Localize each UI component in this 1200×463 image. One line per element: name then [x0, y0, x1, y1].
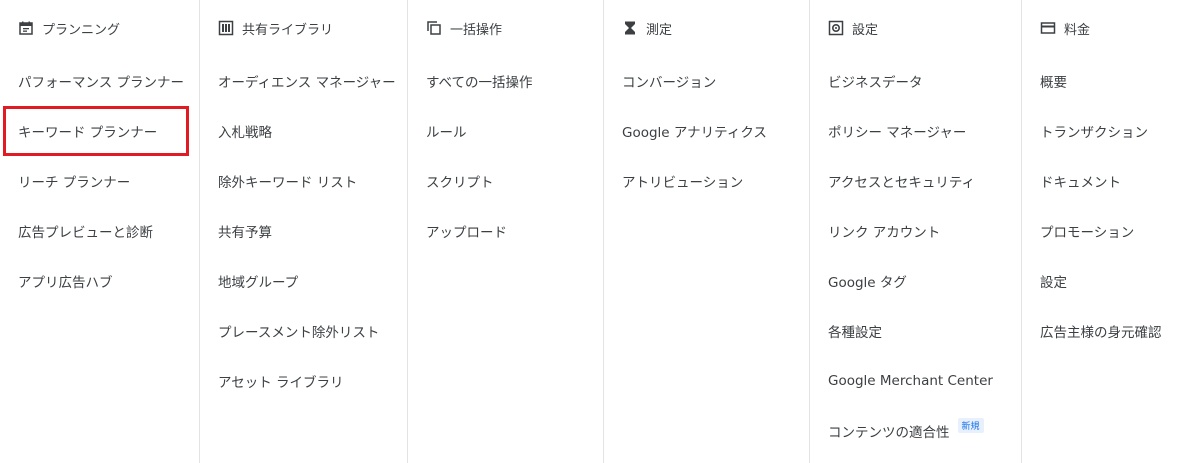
menu-item-billing-settings[interactable]: 設定: [1022, 256, 1200, 306]
menu-item-transactions[interactable]: トランザクション: [1022, 106, 1200, 156]
column-header-measurement: 測定: [604, 0, 809, 56]
menu-item-audience-manager[interactable]: オーディエンス マネージャー: [200, 56, 407, 106]
menu-item-performance-planner[interactable]: パフォーマンス プランナー: [0, 56, 199, 106]
menu-item-billing-summary[interactable]: 概要: [1022, 56, 1200, 106]
column-header-label: プランニング: [42, 22, 121, 38]
menu-item-ad-preview-diagnosis[interactable]: 広告プレビューと診断: [0, 206, 199, 256]
menu-item-negative-keyword-lists[interactable]: 除外キーワード リスト: [200, 156, 407, 206]
menu-item-google-analytics[interactable]: Google アナリティクス: [604, 106, 809, 156]
column-header-label: 料金: [1064, 22, 1091, 38]
column-settings: 設定 ビジネスデータ ポリシー マネージャー アクセスとセキュリティ リンク ア…: [810, 0, 1022, 463]
menu-item-reach-planner[interactable]: リーチ プランナー: [0, 156, 199, 206]
menu-item-rules[interactable]: ルール: [408, 106, 603, 156]
menu-item-label: コンテンツの適合性: [828, 425, 950, 441]
column-header-shared-library: 共有ライブラリ: [200, 0, 407, 56]
menu-item-app-ads-hub[interactable]: アプリ広告ハブ: [0, 256, 199, 306]
new-badge: 新規: [957, 417, 984, 433]
menu-item-documents[interactable]: ドキュメント: [1022, 156, 1200, 206]
menu-item-location-groups[interactable]: 地域グループ: [200, 256, 407, 306]
menu-item-conversions[interactable]: コンバージョン: [604, 56, 809, 106]
column-header-label: 測定: [646, 22, 673, 38]
menu-item-shared-budgets[interactable]: 共有予算: [200, 206, 407, 256]
menu-item-keyword-planner[interactable]: キーワード プランナー: [3, 106, 189, 156]
menu-item-business-data[interactable]: ビジネスデータ: [810, 56, 1021, 106]
library-icon: [218, 20, 234, 36]
menu-item-access-security[interactable]: アクセスとセキュリティ: [810, 156, 1021, 206]
credit-card-icon: [1040, 20, 1056, 36]
column-header-label: 設定: [852, 22, 879, 38]
menu-item-advertiser-verification[interactable]: 広告主様の身元確認: [1022, 306, 1200, 356]
column-header-planning: プランニング: [0, 0, 199, 56]
menu-item-promotions[interactable]: プロモーション: [1022, 206, 1200, 256]
menu-item-attribution[interactable]: アトリビューション: [604, 156, 809, 206]
column-header-label: 一括操作: [450, 22, 503, 38]
menu-item-preferences[interactable]: 各種設定: [810, 306, 1021, 356]
menu-item-uploads[interactable]: アップロード: [408, 206, 603, 256]
menu-item-content-suitability[interactable]: コンテンツの適合性 新規: [810, 406, 1021, 456]
bulk-copy-icon: [426, 20, 442, 36]
tools-menu: プランニング パフォーマンス プランナー キーワード プランナー リーチ プラン…: [0, 0, 1200, 463]
menu-item-google-tag[interactable]: Google タグ: [810, 256, 1021, 306]
menu-item-bid-strategies[interactable]: 入札戦略: [200, 106, 407, 156]
column-shared-library: 共有ライブラリ オーディエンス マネージャー 入札戦略 除外キーワード リスト …: [200, 0, 408, 463]
calendar-icon: [18, 20, 34, 36]
column-header-settings: 設定: [810, 0, 1021, 56]
column-header-bulk-actions: 一括操作: [408, 0, 603, 56]
menu-item-google-merchant-center[interactable]: Google Merchant Center: [810, 356, 1021, 406]
column-measurement: 測定 コンバージョン Google アナリティクス アトリビューション: [604, 0, 810, 463]
column-bulk-actions: 一括操作 すべての一括操作 ルール スクリプト アップロード: [408, 0, 604, 463]
menu-item-scripts[interactable]: スクリプト: [408, 156, 603, 206]
menu-item-asset-library[interactable]: アセット ライブラリ: [200, 356, 407, 406]
hourglass-icon: [622, 20, 638, 36]
column-planning: プランニング パフォーマンス プランナー キーワード プランナー リーチ プラン…: [0, 0, 200, 463]
column-billing: 料金 概要 トランザクション ドキュメント プロモーション 設定 広告主様の身元…: [1022, 0, 1200, 463]
column-header-label: 共有ライブラリ: [242, 22, 334, 38]
menu-item-policy-manager[interactable]: ポリシー マネージャー: [810, 106, 1021, 156]
settings-icon: [828, 20, 844, 36]
column-header-billing: 料金: [1022, 0, 1200, 56]
menu-item-placement-exclusion-lists[interactable]: プレースメント除外リスト: [200, 306, 407, 356]
menu-item-all-bulk-actions[interactable]: すべての一括操作: [408, 56, 603, 106]
menu-item-linked-accounts[interactable]: リンク アカウント: [810, 206, 1021, 256]
